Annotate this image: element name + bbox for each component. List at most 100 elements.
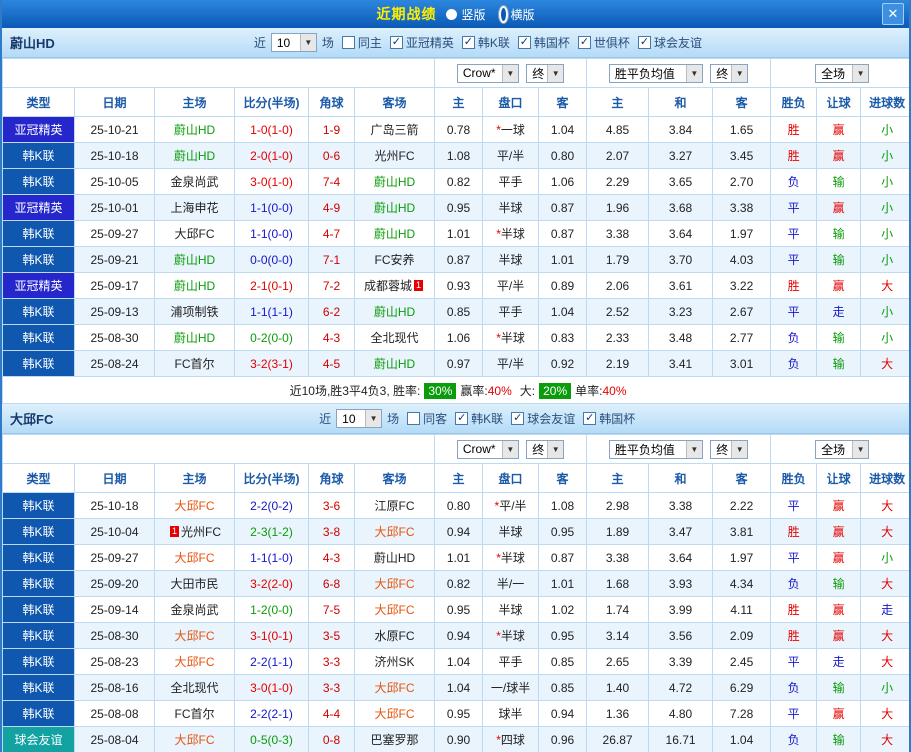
result-wdl-cell: 平: [770, 194, 818, 221]
odds-home-cell: 2.29: [586, 168, 650, 195]
favorite-star-icon: *: [494, 499, 500, 513]
handicap-home-odds-cell: 0.94: [434, 622, 484, 649]
odds-home-cell: 26.87: [586, 726, 650, 752]
home-team-name: 光州FC: [181, 525, 221, 539]
filter-item[interactable]: ✓ 亚冠精英: [389, 34, 454, 51]
handicap-home-odds-cell: 1.04: [434, 674, 484, 701]
result-handicap-cell: 输: [816, 674, 862, 701]
filter-item[interactable]: ✓ 韩K联: [455, 410, 503, 427]
result-handicap-cell: 输: [816, 570, 862, 597]
handicap-away-odds-cell: 0.83: [538, 324, 588, 351]
final-odds-select[interactable]: 终 ▼: [526, 63, 565, 83]
filter-item[interactable]: ✓ 韩国杯: [517, 34, 570, 51]
result-goals-cell: 大: [860, 726, 909, 752]
bookmaker-select[interactable]: Crow* ▼: [456, 439, 519, 459]
scope-value: 全场: [821, 442, 846, 457]
radio-label: 横版: [510, 7, 535, 22]
odds-average-select[interactable]: 胜平负均值 ▼: [608, 63, 703, 83]
handicap-away-odds-cell: 0.94: [538, 700, 588, 727]
handicap-line-cell: 半球: [482, 596, 540, 623]
close-icon[interactable]: ✕: [882, 3, 904, 25]
corners-cell: 4-4: [308, 700, 355, 727]
home-team-cell: FC首尔: [154, 350, 235, 377]
away-team-cell: 蔚山HD: [353, 220, 436, 247]
big-rate-label: 大:: [519, 383, 536, 398]
result-handicap-cell: 赢: [816, 518, 862, 545]
filter-item[interactable]: 同客: [407, 410, 447, 427]
odds-home-cell: 2.33: [586, 324, 650, 351]
filter-item[interactable]: ✓ 球会友谊: [637, 34, 702, 51]
chevron-down-icon: ▼: [365, 410, 382, 427]
scope-select[interactable]: 全场 ▼: [815, 439, 870, 459]
home-team-name: 全北现代: [170, 681, 219, 695]
away-team-name: 成都蓉城: [364, 279, 413, 293]
final-odds-select[interactable]: 终 ▼: [526, 439, 565, 459]
column-header: 客: [712, 463, 772, 493]
result-handicap-cell: 走: [816, 298, 862, 325]
match-row: 韩K联 25-08-30 大邱FC 3-1(0-1) 3-5 水原FC 0.94 *半球 0.9…: [2, 622, 909, 649]
score-cell: 1-1(1-0): [234, 544, 309, 571]
match-row: 韩K联 25-10-18 蔚山HD 2-0(1-0) 0-6 光州FC 1.08 平/半 0.8…: [2, 142, 909, 169]
filter-item[interactable]: ✓ 世俱杯: [577, 34, 630, 51]
match-date-cell: 25-10-01: [74, 194, 155, 221]
handicap-away-odds-cell: 1.02: [538, 596, 588, 623]
filter-item[interactable]: ✓ 韩国杯: [583, 410, 635, 427]
chevron-down-icon: ▼: [547, 64, 564, 82]
result-wdl-cell: 平: [770, 700, 818, 727]
result-handicap-cell: 输: [816, 726, 862, 752]
scope-select[interactable]: 全场 ▼: [815, 63, 870, 83]
filter-item[interactable]: ✓ 韩K联: [461, 34, 510, 51]
odds-away-cell: 2.67: [712, 298, 772, 325]
layout-option-vertical[interactable]: 竖版: [446, 6, 486, 23]
odds-draw-cell: 3.68: [648, 194, 714, 221]
match-count-select[interactable]: 10 ▼: [336, 409, 383, 428]
league-type-cell: 韩K联: [2, 142, 75, 169]
match-date-cell: 25-09-13: [74, 298, 155, 325]
result-wdl-cell: 胜: [770, 596, 818, 623]
match-count-select[interactable]: 10 ▼: [270, 33, 317, 52]
odds-away-cell: 1.04: [712, 726, 772, 752]
league-type-cell: 韩K联: [2, 570, 75, 597]
result-handicap-cell: 赢: [816, 142, 862, 169]
handicap-home-odds-cell: 1.08: [434, 142, 484, 169]
favorite-star-icon: *: [496, 331, 501, 345]
away-team-cell: 蔚山HD: [353, 298, 436, 325]
handicap-home-odds-cell: 0.97: [434, 350, 484, 377]
league-type-cell: 韩K联: [2, 168, 75, 195]
match-row: 韩K联 25-10-05 金泉尚武 3-0(1-0) 7-4 蔚山HD 0.82 平手 1.06…: [2, 168, 909, 195]
chevron-down-icon: ▼: [501, 440, 518, 458]
league-type-cell: 韩K联: [2, 350, 75, 377]
filter-item[interactable]: ✓ 球会友谊: [511, 410, 575, 427]
handicap-line-cell: 平手: [482, 648, 540, 675]
odds-home-cell: 1.40: [586, 674, 650, 701]
handicap-away-odds-cell: 0.89: [538, 272, 588, 299]
result-wdl-cell: 负: [770, 350, 818, 377]
checkbox-checked-icon: ✓: [461, 36, 475, 49]
final-odds-select[interactable]: 终 ▼: [710, 63, 749, 83]
handicap-odds-controls: Crow* ▼ 终 ▼: [434, 434, 588, 464]
filter-item[interactable]: 同主: [341, 34, 382, 51]
home-team-cell: 蔚山HD: [154, 272, 235, 299]
league-type-cell: 韩K联: [2, 298, 75, 325]
home-team-name: 大邱FC: [174, 733, 215, 747]
league-type-cell: 亚冠精英: [2, 116, 75, 143]
matches-table: Crow* ▼ 终 ▼ 胜平负均值 ▼ 终 ▼ 全场 ▼ 类型 日期 主场 比分(半场) 角球 客场…: [2, 434, 909, 752]
score-cell: 2-2(1-1): [234, 648, 309, 675]
match-date-cell: 25-09-27: [74, 220, 155, 247]
away-team-name: 蔚山HD: [373, 201, 416, 215]
column-header: 客: [538, 463, 588, 493]
final-odds-select[interactable]: 终 ▼: [710, 439, 749, 459]
away-team-cell: 大邱FC: [353, 700, 436, 727]
checkbox-checked-icon: ✓: [517, 36, 531, 49]
away-team-cell: 全北现代: [353, 324, 436, 351]
layout-option-horizontal[interactable]: 横版: [496, 4, 535, 24]
match-date-cell: 25-09-14: [74, 596, 155, 623]
column-header: 类型: [2, 87, 75, 117]
odds-average-select[interactable]: 胜平负均值 ▼: [608, 439, 703, 459]
handicap-away-odds-cell: 0.96: [538, 726, 588, 752]
bookmaker-select[interactable]: Crow* ▼: [456, 63, 519, 83]
result-wdl-cell: 平: [770, 544, 818, 571]
corners-cell: 7-1: [308, 246, 355, 273]
result-goals-cell: 小: [860, 298, 909, 325]
match-date-cell: 25-08-16: [74, 674, 155, 701]
